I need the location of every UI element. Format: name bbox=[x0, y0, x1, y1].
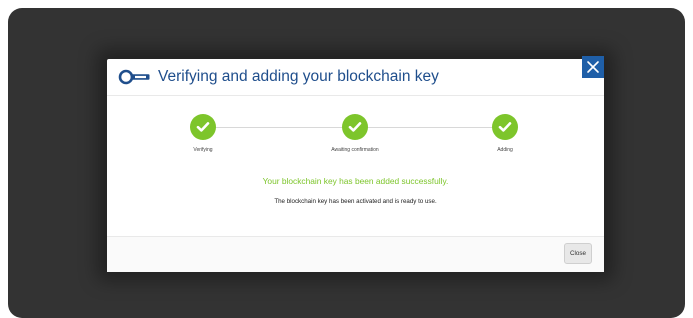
dialog-close-button[interactable] bbox=[582, 56, 604, 78]
dialog-header: Verifying and adding your blockchain key bbox=[107, 59, 604, 96]
step-complete-indicator bbox=[492, 114, 518, 140]
check-icon bbox=[196, 122, 210, 132]
step-label: Verifying bbox=[193, 147, 213, 153]
check-icon bbox=[348, 122, 362, 132]
step-label: Awaiting confirmation bbox=[331, 147, 379, 153]
check-icon bbox=[498, 122, 512, 132]
step-label: Adding bbox=[497, 147, 513, 153]
key-icon bbox=[118, 69, 150, 85]
dialog-title: Verifying and adding your blockchain key bbox=[158, 68, 439, 85]
blockchain-key-dialog: Verifying and adding your blockchain key… bbox=[107, 59, 604, 272]
step-complete-indicator bbox=[190, 114, 216, 140]
dialog-footer: Close bbox=[107, 236, 604, 272]
step-complete-indicator bbox=[342, 114, 368, 140]
progress-stepper: Verifying Awaiting confirmation Adding bbox=[107, 114, 604, 164]
success-description: The blockchain key has been activated an… bbox=[274, 198, 437, 205]
close-x-icon bbox=[587, 61, 599, 73]
close-button[interactable]: Close bbox=[564, 243, 592, 264]
success-message: Your blockchain key has been added succe… bbox=[262, 176, 449, 186]
